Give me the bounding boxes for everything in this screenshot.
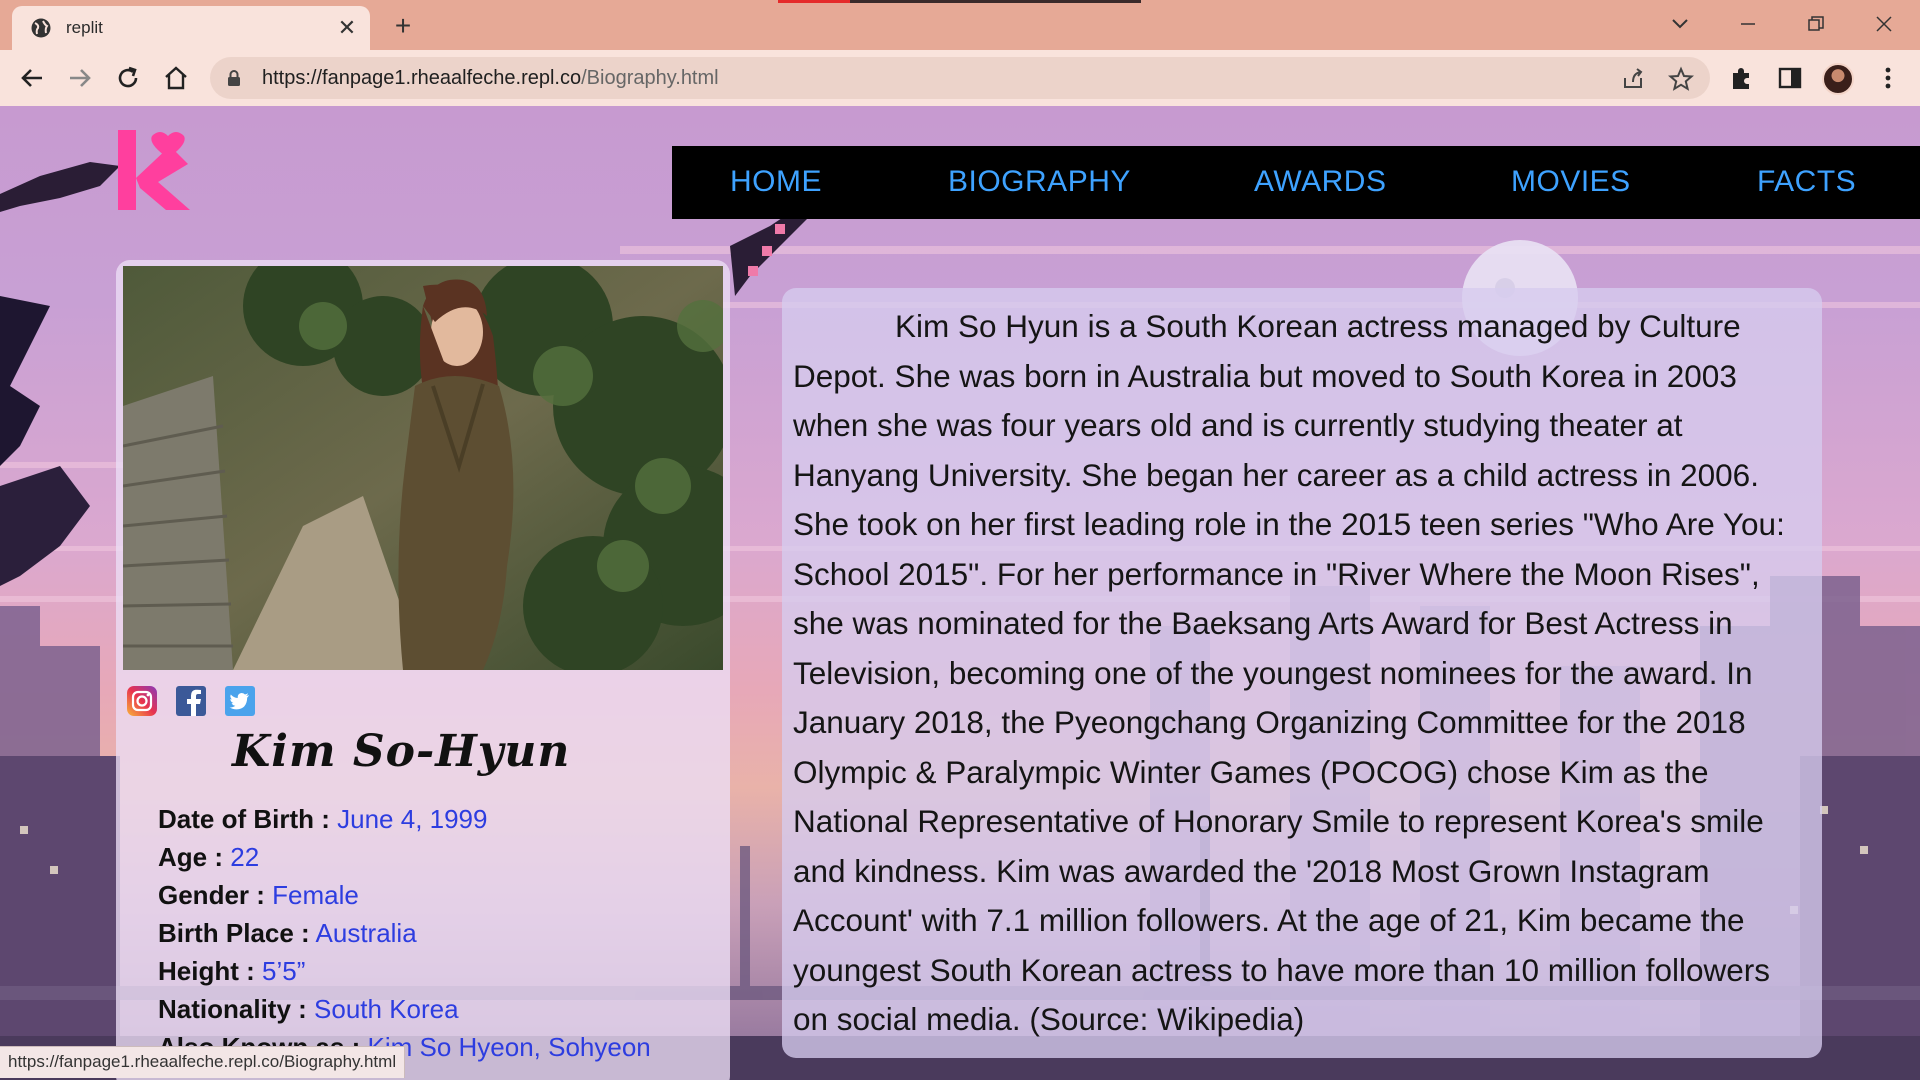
new-tab-icon[interactable]: + <box>388 12 418 42</box>
close-tab-icon[interactable]: ✕ <box>334 15 360 41</box>
address-bar[interactable]: https://fanpage1.rheaalfeche.repl.co/Bio… <box>210 57 1710 99</box>
share-icon[interactable] <box>1620 66 1646 92</box>
detail-value: 5’5” <box>262 956 306 986</box>
tab-search-icon[interactable] <box>1660 8 1700 40</box>
tab-title: replit <box>66 18 103 37</box>
detail-nationality: Nationality : South Korea <box>158 994 459 1025</box>
tab-strip: replit ✕ + <box>0 0 1920 50</box>
instagram-icon[interactable] <box>127 686 157 716</box>
browser-tab[interactable]: replit ✕ <box>12 6 370 50</box>
nav-awards[interactable]: AWARDS <box>1254 165 1386 199</box>
side-panel-icon[interactable] <box>1776 64 1804 92</box>
detail-birth-place: Birth Place : Australia <box>158 918 417 949</box>
site-logo[interactable] <box>118 130 190 210</box>
detail-value: Female <box>272 880 359 910</box>
close-window-icon[interactable] <box>1864 8 1904 40</box>
lock-icon <box>228 70 240 86</box>
detail-gender: Gender : Female <box>158 880 359 911</box>
detail-label: Age : <box>158 842 223 872</box>
nav-home[interactable]: HOME <box>730 165 822 199</box>
more-menu-icon[interactable] <box>1874 64 1902 92</box>
twitter-icon[interactable] <box>225 686 255 716</box>
detail-height: Height : 5’5” <box>158 956 305 987</box>
loading-bar-progress <box>778 0 850 3</box>
nav-facts[interactable]: FACTS <box>1757 165 1856 199</box>
url-text: https://fanpage1.rheaalfeche.repl.co/Bio… <box>262 67 719 89</box>
detail-value: South Korea <box>314 994 459 1024</box>
detail-value: Australia <box>315 918 417 948</box>
biography-text: Kim So Hyun is a South Korean actress ma… <box>793 308 1785 1037</box>
facebook-icon[interactable] <box>176 686 206 716</box>
detail-value: Kim So Hyeon, Sohyeon <box>367 1032 651 1062</box>
status-bar-url: https://fanpage1.rheaalfeche.repl.co/Bio… <box>0 1046 406 1078</box>
globe-icon <box>31 18 51 38</box>
restore-icon[interactable] <box>1796 8 1836 40</box>
detail-label: Birth Place : <box>158 918 310 948</box>
profile-photo <box>123 266 723 670</box>
main-navbar: HOME BIOGRAPHY AWARDS MOVIES FACTS <box>672 146 1920 219</box>
profile-name: Kim So-Hyun <box>232 726 571 777</box>
page-viewport: HOME BIOGRAPHY AWARDS MOVIES FACTS Kim S… <box>0 106 1920 1080</box>
minimize-icon[interactable] <box>1728 8 1768 40</box>
profile-avatar[interactable] <box>1822 63 1854 95</box>
forward-arrow-icon[interactable] <box>64 62 96 94</box>
detail-value: June 4, 1999 <box>337 804 488 834</box>
back-arrow-icon[interactable] <box>16 62 48 94</box>
detail-value: 22 <box>230 842 260 872</box>
detail-label: Height : <box>158 956 255 986</box>
reload-icon[interactable] <box>112 62 144 94</box>
detail-date-of-birth: Date of Birth : June 4, 1999 <box>158 804 487 835</box>
detail-label: Date of Birth : <box>158 804 330 834</box>
nav-movies[interactable]: MOVIES <box>1511 165 1631 199</box>
detail-age: Age : 22 <box>158 842 259 873</box>
detail-label: Gender : <box>158 880 265 910</box>
bookmark-star-icon[interactable] <box>1668 66 1694 92</box>
extensions-puzzle-icon[interactable] <box>1728 64 1756 92</box>
home-icon[interactable] <box>160 62 192 94</box>
nav-biography[interactable]: BIOGRAPHY <box>948 165 1131 199</box>
detail-label: Nationality : <box>158 994 307 1024</box>
